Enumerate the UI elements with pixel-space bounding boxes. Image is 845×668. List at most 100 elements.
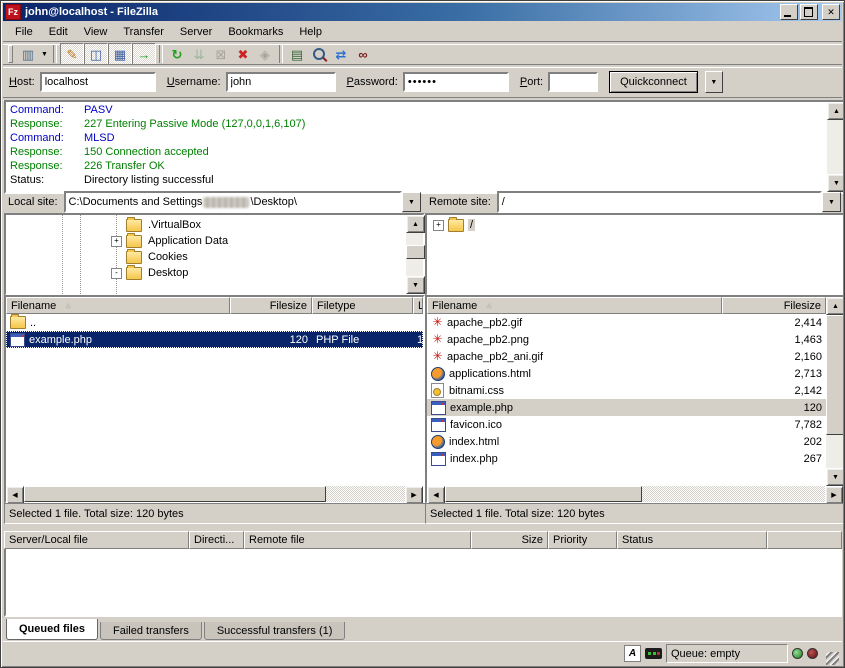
directory-listing-filters-button[interactable]: ▤: [286, 44, 308, 64]
tree-item[interactable]: .VirtualBox: [6, 217, 406, 233]
quickconnect-button[interactable]: Quickconnect: [609, 71, 698, 93]
toggle-remote-tree-button[interactable]: ▦: [108, 43, 132, 65]
column-header-filesize[interactable]: Filesize: [230, 297, 312, 314]
column-header-remote-file[interactable]: Remote file: [244, 531, 471, 549]
scroll-down-icon[interactable]: ▼: [826, 468, 843, 486]
column-header-priority[interactable]: Priority: [548, 531, 617, 549]
toolbar-grip[interactable]: [8, 45, 13, 63]
file-row[interactable]: ✳apache_pb2.gif2,414: [427, 314, 826, 331]
menu-file[interactable]: File: [7, 24, 41, 40]
reconnect-button[interactable]: ◈: [254, 44, 276, 64]
folder-icon: [126, 219, 142, 232]
toggle-transfer-queue-button[interactable]: →: [132, 43, 156, 65]
scroll-left-icon[interactable]: ◀: [6, 486, 24, 504]
expand-plus-icon[interactable]: +: [111, 236, 122, 247]
port-input[interactable]: [548, 72, 598, 92]
file-row[interactable]: index.php267: [427, 450, 826, 467]
quickconnect-dropdown-button[interactable]: [705, 71, 723, 93]
file-row-selected[interactable]: example.php120: [427, 399, 826, 416]
collapse-minus-icon[interactable]: -: [111, 268, 122, 279]
username-input[interactable]: [226, 72, 336, 92]
file-row[interactable]: ✳apache_pb2_ani.gif2,160: [427, 348, 826, 365]
disconnect-button[interactable]: ✖: [232, 44, 254, 64]
log-vertical-scrollbar[interactable]: ▲ ▼: [827, 102, 844, 192]
host-input[interactable]: [40, 72, 156, 92]
menu-transfer[interactable]: Transfer: [115, 24, 172, 40]
file-row[interactable]: index.html202: [427, 433, 826, 450]
menu-help[interactable]: Help: [291, 24, 330, 40]
compare-directories-button[interactable]: [308, 44, 330, 64]
column-header-filetype[interactable]: Filetype: [312, 297, 413, 314]
find-files-button[interactable]: ∞: [352, 44, 374, 64]
cancel-icon: ⊠: [216, 48, 227, 61]
cancel-operation-button[interactable]: ⊠: [210, 44, 232, 64]
password-input[interactable]: [403, 72, 509, 92]
tab-successful-transfers[interactable]: Successful transfers (1): [204, 622, 346, 640]
remote-site-dropdown-button[interactable]: [822, 192, 841, 212]
site-manager-button[interactable]: ▥: [17, 44, 39, 64]
ascii-transfer-type-icon: A: [624, 645, 641, 662]
tree-item[interactable]: Cookies: [6, 249, 406, 265]
file-row-parent-dir[interactable]: ..: [6, 314, 423, 331]
resize-grip[interactable]: [826, 652, 839, 665]
toolbar-separator: [279, 45, 283, 63]
column-header-direction[interactable]: Directi...: [189, 531, 244, 549]
find-files-icon: ∞: [358, 48, 367, 61]
column-header-filename[interactable]: Filename▲: [6, 297, 230, 314]
file-row-selected[interactable]: example.php 120 PHP File 1: [6, 331, 423, 348]
folder-icon: [126, 267, 142, 280]
local-tree-vertical-scrollbar[interactable]: ▲ ▼: [406, 215, 423, 294]
speed-limits-icon[interactable]: [645, 648, 662, 659]
tree-item[interactable]: + /: [427, 217, 843, 233]
tab-failed-transfers[interactable]: Failed transfers: [100, 622, 202, 640]
scroll-left-icon[interactable]: ◀: [427, 486, 445, 504]
scroll-down-icon[interactable]: ▼: [827, 174, 845, 192]
local-list-horizontal-scrollbar[interactable]: ◀ ▶: [6, 486, 423, 502]
site-manager-dropdown-button[interactable]: [39, 44, 50, 64]
tree-item[interactable]: - Desktop: [6, 265, 406, 281]
queue-status-box: Queue: empty: [666, 644, 788, 663]
file-row[interactable]: favicon.ico7,782: [427, 416, 826, 433]
column-header-last-modified[interactable]: L: [413, 297, 423, 314]
remote-list-vertical-scrollbar[interactable]: ▲ ▼: [826, 297, 843, 486]
minimize-button[interactable]: [780, 4, 798, 20]
scroll-right-icon[interactable]: ▶: [825, 486, 843, 504]
scroll-down-icon[interactable]: ▼: [406, 276, 425, 294]
tree-item[interactable]: + Application Data: [6, 233, 406, 249]
toggle-local-tree-button[interactable]: ◫: [84, 43, 108, 65]
close-button[interactable]: [822, 4, 840, 20]
tab-queued-files[interactable]: Queued files: [6, 619, 98, 640]
menu-bookmarks[interactable]: Bookmarks: [220, 24, 291, 40]
ico-file-icon: [431, 418, 446, 432]
menu-edit[interactable]: Edit: [41, 24, 76, 40]
expand-plus-icon[interactable]: +: [433, 220, 444, 231]
scroll-up-icon[interactable]: ▲: [826, 297, 843, 315]
menu-view[interactable]: View: [76, 24, 116, 40]
scroll-right-icon[interactable]: ▶: [405, 486, 423, 504]
menu-server[interactable]: Server: [172, 24, 220, 40]
column-header-filesize[interactable]: Filesize: [722, 297, 826, 314]
quickconnect-bar: Host: Username: Password: Port: Quickcon…: [3, 67, 842, 97]
file-row[interactable]: ✳apache_pb2.png1,463: [427, 331, 826, 348]
column-header-status[interactable]: Status: [617, 531, 767, 549]
local-tree-panel: .VirtualBox + Application Data Cookies -…: [4, 213, 425, 296]
queue-list[interactable]: [4, 549, 842, 617]
refresh-button[interactable]: ↻: [166, 44, 188, 64]
remote-list-horizontal-scrollbar[interactable]: ◀ ▶: [427, 486, 843, 502]
file-row[interactable]: bitnami.css2,142: [427, 382, 826, 399]
scroll-up-icon[interactable]: ▲: [406, 215, 425, 233]
scroll-up-icon[interactable]: ▲: [827, 102, 845, 120]
column-header-filename[interactable]: Filename▲: [427, 297, 722, 314]
column-header-size[interactable]: Size: [471, 531, 548, 549]
column-header-server-local-file[interactable]: Server/Local file: [4, 531, 189, 549]
process-queue-button[interactable]: ⇊: [188, 44, 210, 64]
local-site-path-combo[interactable]: C:\Documents and Settings \Desktop\: [64, 191, 402, 213]
window-title: john@localhost - FileZilla: [25, 6, 778, 18]
file-row[interactable]: applications.html2,713: [427, 365, 826, 382]
synchronized-browsing-button[interactable]: ⇄: [330, 44, 352, 64]
maximize-button[interactable]: [800, 4, 818, 20]
toggle-message-log-button[interactable]: ✎: [60, 43, 84, 65]
local-site-dropdown-button[interactable]: [402, 192, 421, 212]
php-file-icon: [431, 452, 446, 466]
remote-site-path-combo[interactable]: /: [497, 191, 822, 213]
